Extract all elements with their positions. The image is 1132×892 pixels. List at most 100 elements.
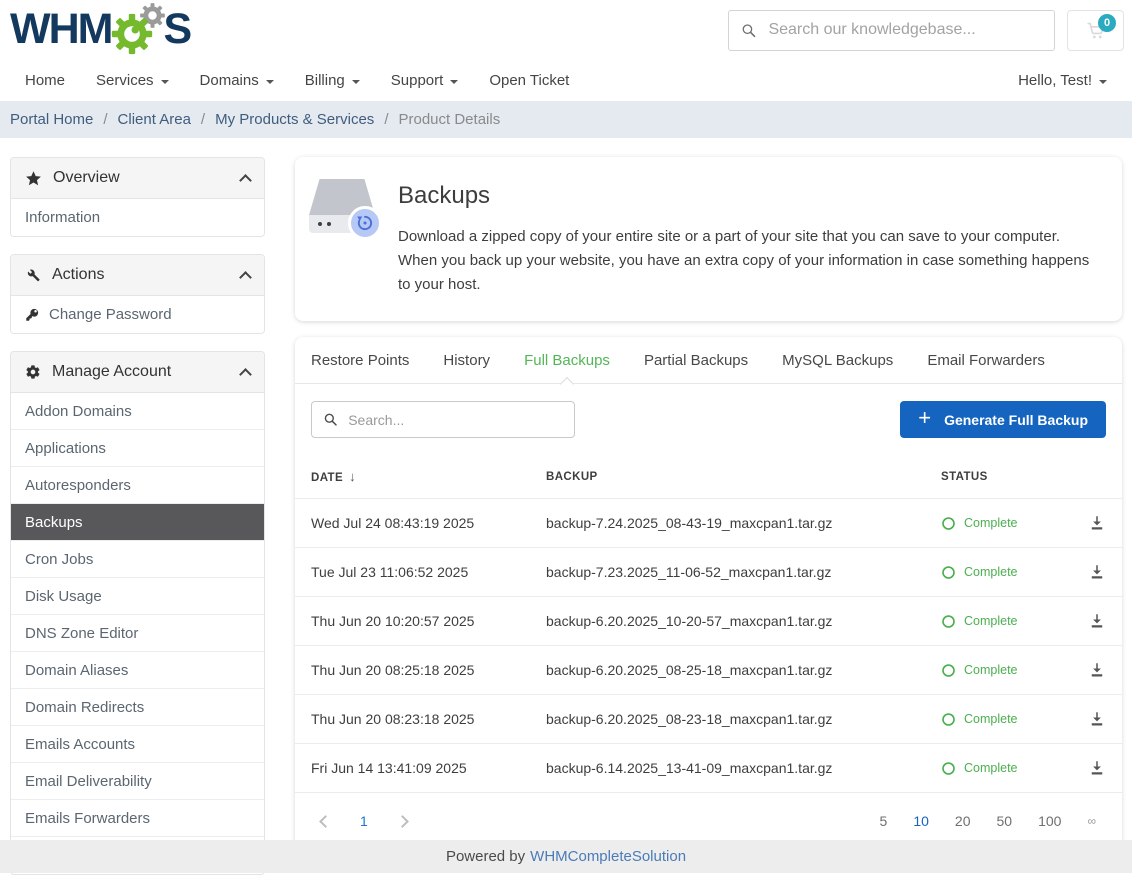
table-search-input[interactable] <box>348 412 563 428</box>
sidebar-item-disk-usage[interactable]: Disk Usage <box>11 578 264 615</box>
status-badge: Complete <box>941 712 1071 727</box>
tab-restore-points[interactable]: Restore Points <box>311 337 409 383</box>
nav-item-open-ticket[interactable]: Open Ticket <box>489 72 569 89</box>
backups-tabs: Restore Points History Full Backups Part… <box>295 337 1122 384</box>
breadcrumb-separator: / <box>384 111 388 128</box>
sidebar-item-emails-accounts[interactable]: Emails Accounts <box>11 726 264 763</box>
download-button[interactable] <box>1088 612 1106 630</box>
panel-manage-account: Manage Account Addon Domains Application… <box>10 351 265 875</box>
sidebar-item-domain-redirects[interactable]: Domain Redirects <box>11 689 264 726</box>
nav-item-billing[interactable]: Billing <box>305 72 360 89</box>
table-row: Thu Jun 20 08:25:18 2025 backup-6.20.202… <box>295 645 1122 694</box>
breadcrumb-my-products[interactable]: My Products & Services <box>215 111 374 128</box>
page-size-10[interactable]: 10 <box>913 813 929 829</box>
caret-down-icon <box>1099 80 1107 84</box>
backup-filename: backup-6.20.2025_08-25-18_maxcpan1.tar.g… <box>546 662 941 678</box>
table-row: Thu Jun 20 08:23:18 2025 backup-6.20.202… <box>295 694 1122 743</box>
knowledgebase-search <box>728 10 1055 51</box>
status-circle-icon <box>941 565 956 580</box>
caret-down-icon <box>352 80 360 84</box>
nav-item-domains[interactable]: Domains <box>200 72 274 89</box>
tab-history[interactable]: History <box>443 337 490 383</box>
sidebar-item-cron-jobs[interactable]: Cron Jobs <box>11 541 264 578</box>
nav-item-services[interactable]: Services <box>96 72 169 89</box>
star-icon <box>25 170 42 187</box>
page-description: Download a zipped copy of your entire si… <box>398 225 1090 297</box>
page-number[interactable]: 1 <box>360 813 368 829</box>
status-circle-icon <box>941 712 956 727</box>
table-row: Wed Jul 24 08:43:19 2025 backup-7.24.202… <box>295 498 1122 547</box>
backup-drive-icon <box>309 179 375 237</box>
plus-icon: + <box>918 407 931 429</box>
next-page-button[interactable] <box>396 815 409 828</box>
backup-date: Thu Jun 20 08:25:18 2025 <box>311 662 546 678</box>
status-circle-icon <box>941 516 956 531</box>
sort-desc-icon: ↓ <box>349 469 356 484</box>
page-size-50[interactable]: 50 <box>997 813 1013 829</box>
page-footer: Powered by WHMCompleteSolution <box>0 840 1132 873</box>
sidebar-item-applications[interactable]: Applications <box>11 430 264 467</box>
main-navbar: Home Services Domains Billing Support Op… <box>0 60 1132 101</box>
download-button[interactable] <box>1088 661 1106 679</box>
download-button[interactable] <box>1088 710 1106 728</box>
logo-gears-icon <box>110 4 164 56</box>
generate-full-backup-button[interactable]: + Generate Full Backup <box>900 401 1106 438</box>
caret-down-icon <box>161 80 169 84</box>
sidebar-item-backups[interactable]: Backups <box>11 504 264 541</box>
breadcrumb-separator: / <box>103 111 107 128</box>
backup-filename: backup-7.23.2025_11-06-52_maxcpan1.tar.g… <box>546 564 941 580</box>
nav-item-home[interactable]: Home <box>25 72 65 89</box>
panel-manage-account-header[interactable]: Manage Account <box>11 352 264 393</box>
sidebar-item-change-password[interactable]: Change Password <box>11 296 264 333</box>
panel-overview-header[interactable]: Overview <box>11 158 264 199</box>
cart-button[interactable]: 0 <box>1067 10 1124 51</box>
download-icon <box>1088 759 1106 777</box>
user-menu[interactable]: Hello, Test! <box>1018 72 1107 89</box>
page-size-5[interactable]: 5 <box>880 813 888 829</box>
sidebar-item-email-deliverability[interactable]: Email Deliverability <box>11 763 264 800</box>
nav-item-support[interactable]: Support <box>391 72 459 89</box>
page-size-20[interactable]: 20 <box>955 813 971 829</box>
table-toolbar: + Generate Full Backup <box>295 384 1122 453</box>
sidebar: Overview Information Actions Change Pass… <box>10 157 265 892</box>
status-circle-icon <box>941 663 956 678</box>
column-date[interactable]: DATE↓ <box>311 469 546 484</box>
download-icon <box>1088 710 1106 728</box>
download-icon <box>1088 563 1106 581</box>
table-row: Tue Jul 23 11:06:52 2025 backup-7.23.202… <box>295 547 1122 596</box>
tab-mysql-backups[interactable]: MySQL Backups <box>782 337 893 383</box>
table-row: Thu Jun 20 10:20:57 2025 backup-6.20.202… <box>295 596 1122 645</box>
table-header: DATE↓ BACKUP STATUS <box>295 453 1122 498</box>
backup-date: Wed Jul 24 08:43:19 2025 <box>311 515 546 531</box>
breadcrumb-portal-home[interactable]: Portal Home <box>10 111 93 128</box>
sidebar-item-addon-domains[interactable]: Addon Domains <box>11 393 264 430</box>
prev-page-button[interactable] <box>319 815 332 828</box>
sidebar-item-dns-zone-editor[interactable]: DNS Zone Editor <box>11 615 264 652</box>
main-content: Backups Download a zipped copy of your e… <box>295 157 1122 892</box>
table-search <box>311 401 575 438</box>
download-icon <box>1088 661 1106 679</box>
gear-green-icon <box>110 12 154 56</box>
whmcs-logo[interactable]: WHM <box>10 4 190 56</box>
tab-partial-backups[interactable]: Partial Backups <box>644 337 748 383</box>
knowledgebase-search-input[interactable] <box>768 21 1042 39</box>
download-button[interactable] <box>1088 514 1106 532</box>
panel-actions-header[interactable]: Actions <box>11 255 264 296</box>
download-button[interactable] <box>1088 759 1106 777</box>
breadcrumb-client-area[interactable]: Client Area <box>118 111 191 128</box>
sidebar-item-domain-aliases[interactable]: Domain Aliases <box>11 652 264 689</box>
tab-full-backups[interactable]: Full Backups <box>524 337 610 383</box>
status-badge: Complete <box>941 565 1071 580</box>
page-size-100[interactable]: 100 <box>1038 813 1061 829</box>
sidebar-item-emails-forwarders[interactable]: Emails Forwarders <box>11 800 264 837</box>
page-size-all[interactable]: ∞ <box>1087 814 1096 828</box>
column-backup[interactable]: BACKUP <box>546 471 941 483</box>
download-button[interactable] <box>1088 563 1106 581</box>
tab-email-forwarders[interactable]: Email Forwarders <box>927 337 1045 383</box>
caret-down-icon <box>266 80 274 84</box>
column-status[interactable]: STATUS <box>941 471 1071 483</box>
sidebar-item-autoresponders[interactable]: Autoresponders <box>11 467 264 504</box>
status-badge: Complete <box>941 761 1071 776</box>
sidebar-item-information[interactable]: Information <box>11 199 264 236</box>
footer-link-whmcompletesolution[interactable]: WHMCompleteSolution <box>530 848 686 865</box>
